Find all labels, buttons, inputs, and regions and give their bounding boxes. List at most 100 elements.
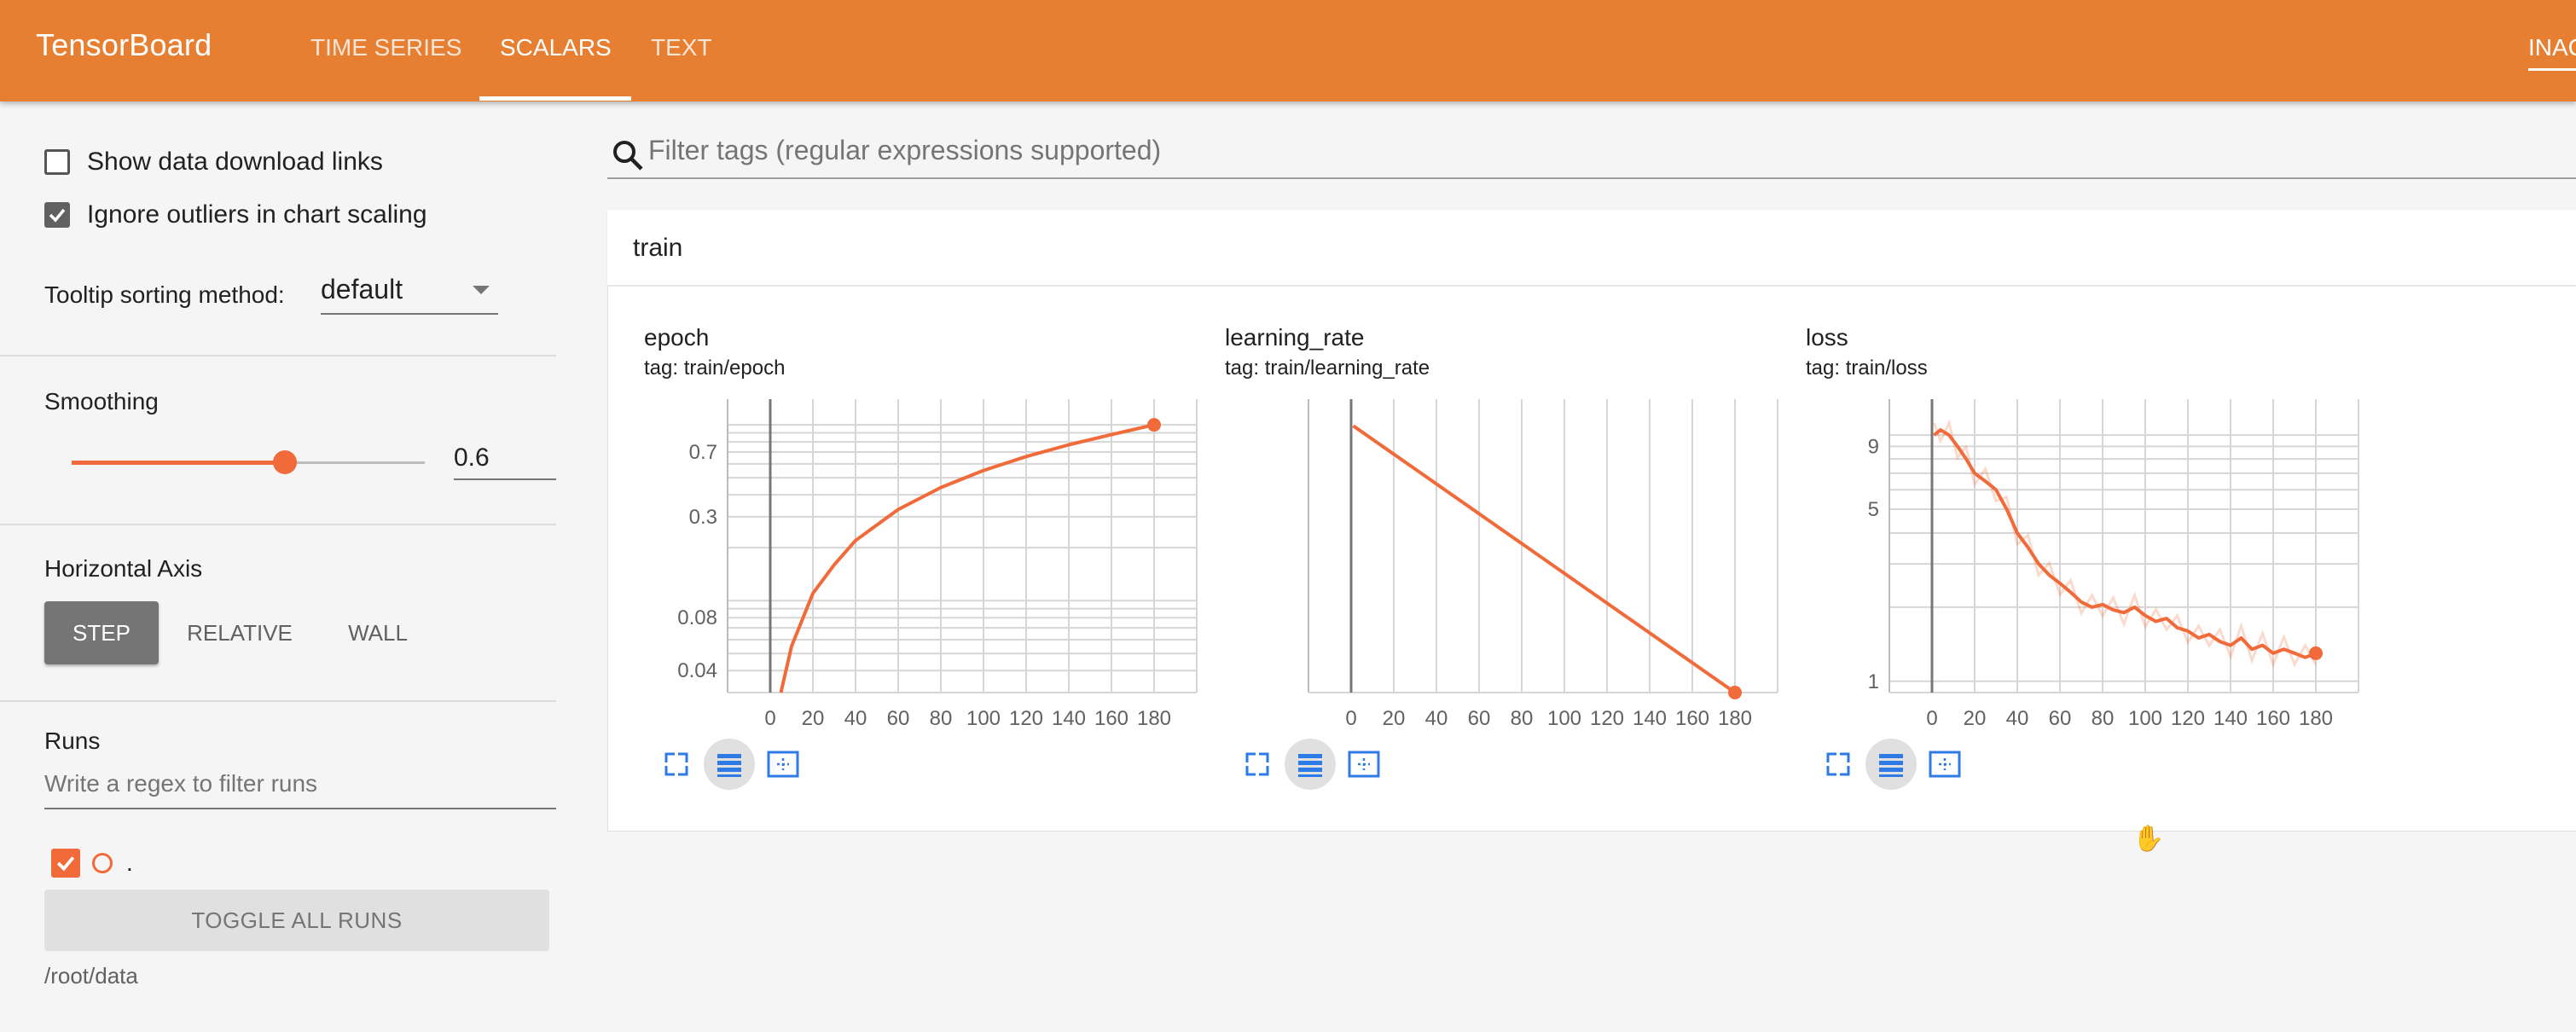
- x-tick-label: 60: [887, 707, 910, 730]
- run-name: .: [126, 849, 133, 876]
- smoothing-value-input[interactable]: 0.6: [454, 438, 556, 480]
- y-tick-label: 5: [1868, 498, 1879, 521]
- y-tick-label: 0.04: [677, 659, 717, 682]
- runs-title: Runs: [44, 728, 101, 754]
- tab-text[interactable]: TEXT: [651, 0, 712, 101]
- chart-loss[interactable]: 0 20 40 60 80 100 120 140 160 180 1 5 9: [1770, 287, 2367, 739]
- show-download-links-checkbox[interactable]: [44, 149, 70, 175]
- run-path: /root/data: [44, 963, 138, 989]
- app-brand: TensorBoard: [36, 27, 212, 62]
- log-scale-icon[interactable]: [1285, 739, 1336, 790]
- x-tick-label: 180: [2299, 707, 2333, 730]
- y-tick-label: 0.08: [677, 606, 717, 629]
- x-tick-label: 160: [2256, 707, 2290, 730]
- smoothing-slider-handle[interactable]: [273, 450, 297, 474]
- axis-relative-button[interactable]: RELATIVE: [176, 601, 304, 664]
- x-tick-label: 160: [1094, 707, 1128, 730]
- chart-card-loss: loss tag: train/loss 0 20 40 60 80 100 120 140 1…: [1770, 287, 2359, 815]
- active-tab-indicator: [479, 96, 631, 101]
- x-tick-label: 20: [1964, 707, 1987, 730]
- chart-learning-rate[interactable]: 0 20 40 60 80 100 120 140 160 180: [1189, 287, 1786, 739]
- y-tick-label: 0.3: [689, 506, 717, 529]
- x-tick-label: 40: [844, 707, 867, 730]
- x-tick-label: 20: [802, 707, 825, 730]
- series-line: [779, 423, 1155, 693]
- chart-card-epoch: epoch tag: train/epoch 0 20 40 60 80 100 120 14…: [608, 287, 1198, 815]
- divider: [0, 524, 556, 525]
- tag-filter-bar[interactable]: Filter tags (regular expressions support…: [607, 128, 2576, 179]
- x-tick-label: 60: [2049, 707, 2072, 730]
- x-tick-label: 100: [2128, 707, 2162, 730]
- fit-domain-icon[interactable]: [757, 739, 808, 790]
- x-tick-label: 140: [1633, 707, 1667, 730]
- y-tick-label: 0.7: [689, 441, 717, 464]
- sidebar: Show data download links Ignore outliers…: [0, 101, 556, 1032]
- series-end-point: [2309, 646, 2323, 660]
- top-app-bar: TensorBoard TIME SERIES SCALARS TEXT INA…: [0, 0, 2576, 101]
- x-tick-label: 0: [1345, 707, 1356, 730]
- group-title: train: [633, 234, 683, 262]
- tooltip-sort-select[interactable]: default: [321, 274, 498, 315]
- axis-wall-button[interactable]: WALL: [331, 601, 425, 664]
- run-color-swatch[interactable]: [92, 853, 113, 873]
- tooltip-sort-label: Tooltip sorting method:: [44, 281, 285, 308]
- log-scale-icon[interactable]: [1865, 739, 1917, 790]
- x-tick-label: 180: [1718, 707, 1752, 730]
- tag-filter-input[interactable]: Filter tags (regular expressions support…: [648, 135, 1161, 166]
- ignore-outliers-label: Ignore outliers in chart scaling: [87, 200, 427, 229]
- y-tick-label: 9: [1868, 435, 1879, 458]
- x-tick-label: 100: [966, 707, 1001, 730]
- x-tick-label: 120: [1009, 707, 1043, 730]
- show-download-links-row[interactable]: Show data download links: [44, 148, 383, 177]
- series-end-point: [1147, 418, 1161, 432]
- ignore-outliers-checkbox[interactable]: [44, 202, 70, 228]
- x-tick-label: 60: [1468, 707, 1491, 730]
- x-tick-label: 40: [2006, 707, 2029, 730]
- divider: [0, 700, 556, 702]
- y-tick-label: 1: [1868, 670, 1879, 693]
- hand-cursor-icon: ✋: [2132, 825, 2165, 853]
- check-icon: [49, 208, 66, 223]
- fit-domain-icon[interactable]: [1918, 739, 1970, 790]
- inactive-underline: [2528, 68, 2576, 71]
- tab-scalars[interactable]: SCALARS: [500, 0, 612, 101]
- x-tick-label: 160: [1675, 707, 1709, 730]
- fullscreen-icon[interactable]: [1232, 739, 1283, 790]
- x-tick-label: 180: [1137, 707, 1171, 730]
- group-header[interactable]: train: [607, 210, 2576, 286]
- chart-epoch[interactable]: 0 20 40 60 80 100 120 140 160 180 0.04 0.08 0.3 0.7: [608, 287, 1205, 739]
- tab-time-series[interactable]: TIME SERIES: [310, 0, 461, 101]
- series-line: [1352, 424, 1737, 694]
- x-tick-label: 40: [1425, 707, 1448, 730]
- ignore-outliers-row[interactable]: Ignore outliers in chart scaling: [44, 200, 427, 229]
- fullscreen-icon[interactable]: [1813, 739, 1864, 790]
- run-checkbox[interactable]: [51, 849, 80, 878]
- runs-filter-input[interactable]: Write a regex to filter runs: [44, 763, 556, 809]
- chart-cards-area: epoch tag: train/epoch 0 20 40 60 80 100 120 14…: [607, 287, 2576, 832]
- x-tick-label: 0: [764, 707, 775, 730]
- fit-domain-icon[interactable]: [1337, 739, 1389, 790]
- chart-card-learning-rate: learning_rate tag: train/learning_rate 0…: [1189, 287, 1778, 815]
- horizontal-axis-title: Horizontal Axis: [44, 555, 203, 582]
- smoothing-title: Smoothing: [44, 388, 159, 415]
- toggle-all-runs-button[interactable]: TOGGLE ALL RUNS: [44, 890, 549, 951]
- inactive-dropdown[interactable]: INACTIVE: [2528, 0, 2576, 101]
- axis-step-button[interactable]: STEP: [44, 601, 159, 664]
- tooltip-sort-value: default: [321, 274, 403, 304]
- x-tick-label: 140: [1052, 707, 1086, 730]
- x-tick-label: 140: [2213, 707, 2248, 730]
- divider: [0, 355, 556, 357]
- chevron-down-icon: [473, 286, 490, 294]
- x-tick-label: 120: [2171, 707, 2205, 730]
- x-tick-label: 0: [1926, 707, 1937, 730]
- x-tick-label: 100: [1547, 707, 1581, 730]
- x-tick-label: 20: [1383, 707, 1406, 730]
- run-row[interactable]: .: [51, 849, 133, 878]
- show-download-links-label: Show data download links: [87, 148, 383, 176]
- x-tick-label: 120: [1590, 707, 1624, 730]
- log-scale-icon[interactable]: [704, 739, 755, 790]
- x-tick-label: 80: [1511, 707, 1534, 730]
- x-tick-label: 80: [2092, 707, 2115, 730]
- search-icon: [613, 141, 643, 171]
- fullscreen-icon[interactable]: [651, 739, 702, 790]
